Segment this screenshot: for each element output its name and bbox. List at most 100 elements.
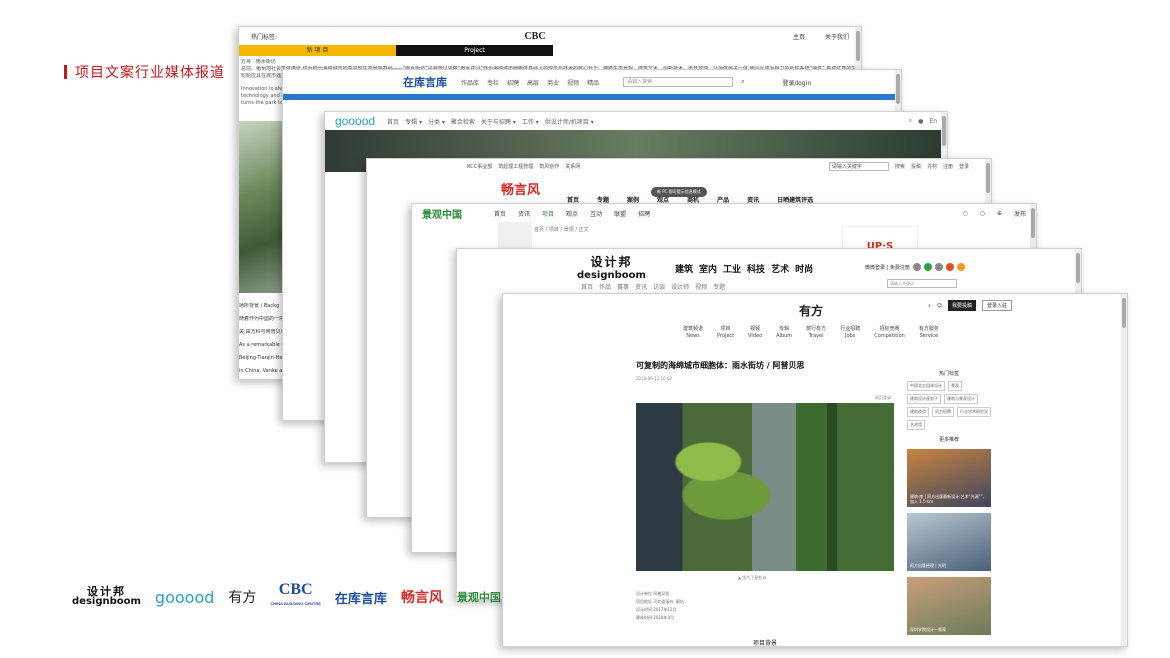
tag[interactable]: 艺术馆 bbox=[907, 420, 925, 430]
jg-nav-item[interactable]: 观点 bbox=[566, 209, 578, 218]
yf-nav-item[interactable]: 建筑频道 News bbox=[683, 326, 703, 340]
plus-icon[interactable]: ⊕ bbox=[997, 210, 1002, 217]
gooood-nav-item[interactable]: 供设计师/机项目 ▾ bbox=[545, 117, 594, 126]
article-more-link[interactable]: 网页登录 bbox=[875, 395, 891, 401]
cyf-top-item[interactable]: 筑起理工程管理 bbox=[498, 163, 533, 170]
designboom-social: 微微登录 | 免费注册 bbox=[865, 263, 965, 271]
gooood-nav-item[interactable]: 关于与招聘 ▾ bbox=[481, 117, 516, 126]
cbc-tab-new-project[interactable]: 新 项 目 bbox=[239, 45, 396, 56]
yf-nav-item[interactable]: 专辑 Album bbox=[776, 326, 792, 340]
youfang-tools: ⌕ ☺ 我要投稿 登录入驻 bbox=[928, 300, 1013, 311]
db-menu-item[interactable]: 专题 bbox=[713, 282, 725, 291]
yf-nav-item[interactable]: 有方服务 Service bbox=[919, 326, 939, 340]
cbc-tab-project[interactable]: Project bbox=[396, 45, 553, 56]
tag[interactable]: 阿方招聘 bbox=[932, 407, 954, 417]
zaiku-nav-item[interactable]: 作品库 bbox=[461, 80, 479, 87]
jg-nav-item[interactable]: 联盟 bbox=[614, 209, 626, 218]
cyf-right-item[interactable]: 注册 bbox=[943, 163, 953, 170]
cyf-right-item[interactable]: 搜索 bbox=[895, 163, 905, 170]
yf-nav-item[interactable]: 行业招聘 Jobs bbox=[840, 326, 860, 340]
user-icon[interactable]: ○ bbox=[980, 210, 985, 217]
youfang-scrollbar[interactable] bbox=[1121, 294, 1127, 646]
tag[interactable]: 景观 bbox=[948, 381, 962, 391]
db-menu-item[interactable]: 赛事 bbox=[617, 282, 629, 291]
login-button[interactable]: 登录入驻 bbox=[982, 300, 1013, 311]
cbc-logo-footer: CBC CHINA BUILDING CENTRE bbox=[270, 581, 321, 607]
submit-button[interactable]: 我要投稿 bbox=[948, 300, 977, 311]
zaiku-nav-item[interactable]: 专栏 bbox=[487, 80, 499, 87]
db-cat[interactable]: 建筑 bbox=[675, 262, 693, 275]
db-sub[interactable]: 微微登录 | 免费注册 bbox=[865, 264, 910, 271]
search-icon[interactable]: ○ bbox=[962, 210, 967, 217]
tag[interactable]: 建筑设计规划子 bbox=[907, 394, 941, 404]
zaiku-nav-item[interactable]: 招聘 bbox=[507, 80, 519, 87]
cyf-top-item[interactable]: 筑风创作 bbox=[539, 163, 559, 170]
jg-nav-item[interactable]: 招聘 bbox=[638, 209, 650, 218]
gooood-nav-item[interactable]: 工作 ▾ bbox=[522, 117, 539, 126]
tag[interactable]: 建筑与景观设计 bbox=[944, 394, 978, 404]
db-menu-item[interactable]: 访谈 bbox=[653, 282, 665, 291]
db-menu-item[interactable]: 设计师 bbox=[671, 282, 689, 291]
cbc-header: 热门标签: CBC 主页 关于我们 bbox=[239, 27, 861, 45]
user-icon[interactable]: ● bbox=[918, 118, 923, 125]
db-menu-item[interactable]: 资讯 bbox=[635, 282, 647, 291]
wechat-icon[interactable] bbox=[923, 263, 932, 271]
db-cat[interactable]: 科技 bbox=[747, 262, 765, 275]
cyf-top-item[interactable]: 关系网 bbox=[565, 163, 580, 170]
db-menu-item[interactable]: 首页 bbox=[581, 282, 593, 291]
recommend-thumb[interactable]: 阿方出版经理 | 光明 bbox=[907, 513, 991, 571]
cbc-nav-about[interactable]: 关于我们 bbox=[825, 32, 849, 41]
title-accent-bar bbox=[64, 65, 67, 79]
jg-nav-item[interactable]: 首页 bbox=[494, 209, 506, 218]
cyf-search-input[interactable]: 请输入关键字 bbox=[828, 161, 889, 171]
jg-nav-item[interactable]: 资讯 bbox=[518, 209, 530, 218]
tag[interactable]: 行业学术研究学 bbox=[957, 407, 991, 417]
social-icon[interactable] bbox=[912, 263, 921, 271]
db-menu-item[interactable]: 视频 bbox=[695, 282, 707, 291]
search-icon[interactable]: ⌕ bbox=[909, 117, 912, 125]
yf-nav-item[interactable]: 招标竞赛 Competition bbox=[874, 326, 905, 340]
cyf-top-item[interactable]: RCC事业部 bbox=[467, 163, 492, 170]
search-icon[interactable]: ⌕ bbox=[928, 303, 931, 309]
zaiku-search-input[interactable]: 请输入搜索 bbox=[623, 77, 734, 87]
recommend-thumb[interactable]: 深圳学院设计一景观 bbox=[907, 577, 991, 635]
db-cat[interactable]: 艺术 bbox=[771, 262, 789, 275]
weibo-icon[interactable] bbox=[945, 263, 954, 271]
designboom-logo-footer: 设计邦 designboom bbox=[72, 586, 141, 607]
cyf-right-item[interactable]: 寻材 bbox=[927, 163, 937, 170]
db-menu-item[interactable]: 作品 bbox=[599, 282, 611, 291]
zaiku-blue-strip bbox=[283, 94, 901, 100]
db-cat[interactable]: 室内 bbox=[699, 262, 717, 275]
social-icon[interactable] bbox=[934, 263, 943, 271]
zaiku-nav-item[interactable]: 精品 bbox=[587, 80, 599, 87]
search-icon[interactable]: ⌕ bbox=[741, 78, 744, 86]
zaiku-nav-item[interactable]: 高层 bbox=[527, 80, 539, 87]
jg-nav-item[interactable]: 互动 bbox=[590, 209, 602, 218]
zaiku-nav-item[interactable]: 视频 bbox=[567, 80, 579, 87]
cyf-right-item[interactable]: 登录 bbox=[959, 163, 969, 170]
yf-nav-item[interactable]: 项目 Project bbox=[717, 326, 734, 340]
tag[interactable]: 建筑改造 bbox=[907, 407, 929, 417]
zaiku-nav-item[interactable]: 商业 bbox=[547, 80, 559, 87]
zaiku-login[interactable]: 登录/login bbox=[782, 78, 811, 87]
gooood-nav-item[interactable]: 分类 ▾ bbox=[428, 117, 445, 126]
db-cat[interactable]: 工业 bbox=[723, 262, 741, 275]
yf-nav-item[interactable]: 视频 Video bbox=[748, 326, 762, 340]
cyf-right-item[interactable]: 投稿 bbox=[911, 163, 921, 170]
designboom-logo-cn: 设计邦 bbox=[590, 255, 633, 269]
db-cat[interactable]: 时尚 bbox=[795, 262, 813, 275]
yf-nav-item[interactable]: 旅行有方 Travel bbox=[806, 326, 826, 340]
db-search-input[interactable]: 请输入关键词 bbox=[887, 279, 957, 288]
user-icon[interactable]: ☺ bbox=[937, 303, 942, 309]
gooood-nav-item[interactable]: 首页 bbox=[387, 117, 399, 126]
gooood-nav-item[interactable]: 专辑 ▾ bbox=[405, 117, 422, 126]
recommend-thumb[interactable]: 建筑·南 | 阿方出版最新设计:艺术“光源””, 加入 1.5 km bbox=[907, 449, 991, 507]
cbc-nav-home[interactable]: 主页 bbox=[793, 32, 805, 41]
tag[interactable]: 中国北方园林设计 bbox=[907, 381, 945, 391]
youfang-window-screenshot: 有方 ⌕ ☺ 我要投稿 登录入驻 建筑频道 News 项目 Project 视频 Vi… bbox=[502, 293, 1128, 647]
gooood-nav-item[interactable]: 聚合检索 bbox=[451, 117, 475, 126]
jg-nav-item[interactable]: 项目 bbox=[542, 209, 554, 218]
gooood-lang[interactable]: En bbox=[929, 118, 937, 125]
jg-post[interactable]: 发布 bbox=[1014, 209, 1026, 218]
rss-icon[interactable] bbox=[956, 263, 965, 271]
